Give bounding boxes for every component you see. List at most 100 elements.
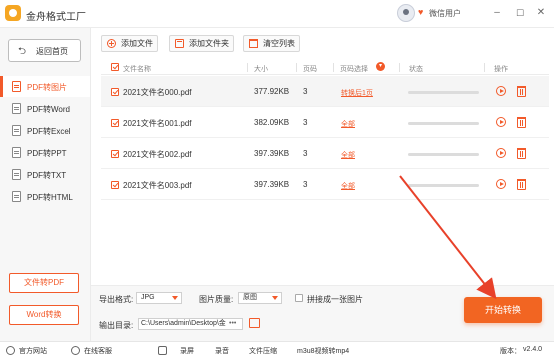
merge-images-label: 拼接成一张图片	[307, 295, 363, 304]
m3u8-to-mp4-link[interactable]: m3u8视频转mp4	[297, 346, 349, 356]
sidebar-item-label: PDF转PPT	[27, 149, 67, 158]
version-label: 版本：	[500, 348, 521, 355]
delete-icon[interactable]	[517, 148, 526, 159]
more-button[interactable]: •••	[229, 320, 236, 327]
username[interactable]: 微信用户	[429, 8, 461, 19]
maximize-icon[interactable]: ☐	[512, 5, 528, 21]
trash-icon	[249, 39, 258, 48]
customer-service-link[interactable]: 在线客服	[84, 346, 112, 356]
document-icon	[12, 125, 21, 136]
delete-icon[interactable]	[517, 117, 526, 128]
back-home-button[interactable]: ⮌ 返回首页	[8, 39, 81, 62]
file-size: 397.39KB	[254, 180, 290, 189]
page-select-link[interactable]: 全部	[341, 181, 355, 191]
folder-icon	[175, 39, 184, 48]
add-file-button[interactable]: 添加文件	[101, 35, 158, 52]
chevron-down-icon	[172, 296, 178, 300]
page-count: 3	[303, 87, 308, 96]
audio-record-link[interactable]: 录音	[215, 346, 229, 356]
column-divider	[484, 63, 485, 72]
sidebar-item-label: PDF转Word	[27, 105, 70, 114]
play-icon[interactable]	[496, 117, 506, 127]
clear-list-button[interactable]: 清空列表	[243, 35, 300, 52]
file-compress-link[interactable]: 文件压缩	[249, 346, 277, 356]
table-row[interactable]: 2021文件名002.pdf 397.39KB 3 全部	[101, 138, 549, 169]
page-select-link[interactable]: 全部	[341, 119, 355, 129]
sidebar-item-label: PDF转图片	[27, 83, 67, 92]
select-all-checkbox[interactable]	[111, 63, 119, 71]
screen-record-icon	[158, 346, 167, 355]
sidebar-item-pdf-to-html[interactable]: PDF转HTML	[0, 186, 90, 207]
sidebar-item-label: PDF转HTML	[27, 193, 73, 202]
app-title: 金舟格式工厂	[26, 12, 86, 23]
play-icon[interactable]	[496, 148, 506, 158]
version-value: v2.4.0	[523, 346, 543, 353]
add-file-label: 添加文件	[121, 39, 153, 48]
column-header-pages: 页码	[303, 66, 317, 73]
word-convert-button[interactable]: Word转换	[9, 305, 79, 325]
add-folder-button[interactable]: 添加文件夹	[169, 35, 234, 52]
page-select-link[interactable]: 全部	[341, 150, 355, 160]
document-icon	[12, 147, 21, 158]
delete-icon[interactable]	[517, 179, 526, 190]
heart-icon: ♥	[418, 7, 424, 17]
output-path-field[interactable]: C:\Users\admin\Desktop\金	[138, 318, 243, 330]
delete-icon[interactable]	[517, 86, 526, 97]
record-link[interactable]: 录屏	[180, 346, 194, 356]
chevron-down-icon[interactable]: ▾	[376, 62, 385, 71]
column-divider	[333, 63, 334, 72]
play-icon[interactable]	[496, 86, 506, 96]
table-row[interactable]: 2021文件名003.pdf 397.39KB 3 全部	[101, 169, 549, 200]
column-header-page-select: 页码选择	[340, 66, 368, 73]
progress-bar	[408, 153, 479, 156]
row-checkbox[interactable]	[111, 150, 119, 158]
merge-images-checkbox[interactable]	[295, 294, 303, 302]
sidebar-item-pdf-to-excel[interactable]: PDF转Excel	[0, 120, 90, 141]
progress-bar	[408, 91, 479, 94]
sidebar-item-pdf-to-image[interactable]: PDF转图片	[0, 76, 90, 97]
row-checkbox[interactable]	[111, 88, 119, 96]
title-bar: 金舟格式工厂 ♥ 微信用户 – ☐ ✕	[0, 0, 554, 28]
row-checkbox[interactable]	[111, 181, 119, 189]
website-icon	[6, 346, 15, 355]
add-icon	[107, 39, 116, 48]
sidebar-item-pdf-to-ppt[interactable]: PDF转PPT	[0, 142, 90, 163]
back-home-label: 返回首页	[36, 47, 68, 56]
file-to-pdf-button[interactable]: 文件转PDF	[9, 273, 79, 293]
website-link[interactable]: 官方网站	[19, 346, 47, 356]
sidebar-item-pdf-to-txt[interactable]: PDF转TXT	[0, 164, 90, 185]
output-dir-label: 输出目录:	[99, 321, 134, 330]
quality-value: 原图	[243, 294, 257, 301]
file-name: 2021文件名000.pdf	[123, 88, 192, 97]
clear-list-label: 清空列表	[263, 39, 295, 48]
column-header-size: 大小	[254, 66, 268, 73]
column-header-actions: 操作	[494, 66, 508, 73]
start-convert-button[interactable]: 开始转换	[464, 297, 542, 323]
user-avatar[interactable]	[397, 4, 415, 22]
progress-bar	[408, 184, 479, 187]
page-count: 3	[303, 118, 308, 127]
table-row[interactable]: 2021文件名001.pdf 382.09KB 3 全部	[101, 107, 549, 138]
document-icon	[12, 81, 21, 92]
sidebar-item-label: PDF转TXT	[27, 171, 67, 180]
close-icon[interactable]: ✕	[533, 5, 549, 21]
quality-label: 图片质量:	[199, 295, 234, 304]
progress-bar	[408, 122, 479, 125]
file-name: 2021文件名003.pdf	[123, 181, 192, 190]
page-select-link[interactable]: 转换后1页	[341, 88, 373, 98]
open-folder-icon[interactable]	[249, 318, 260, 328]
minimize-icon[interactable]: –	[489, 5, 505, 21]
column-divider	[247, 63, 248, 72]
quality-select[interactable]: 原图	[238, 292, 282, 304]
play-icon[interactable]	[496, 179, 506, 189]
file-size: 382.09KB	[254, 118, 290, 127]
chevron-down-icon	[272, 296, 278, 300]
table-header: 文件名称 大小 页码 页码选择 状态 操作	[101, 60, 549, 75]
format-select[interactable]: JPG	[136, 292, 182, 304]
row-checkbox[interactable]	[111, 119, 119, 127]
table-row[interactable]: 2021文件名000.pdf 377.92KB 3 转换后1页	[101, 76, 549, 107]
sidebar: ⮌ 返回首页 PDF转图片 PDF转Word PDF转Excel PDF转PPT…	[0, 28, 91, 341]
add-folder-label: 添加文件夹	[189, 39, 229, 48]
sidebar-item-pdf-to-word[interactable]: PDF转Word	[0, 98, 90, 119]
page-count: 3	[303, 149, 308, 158]
